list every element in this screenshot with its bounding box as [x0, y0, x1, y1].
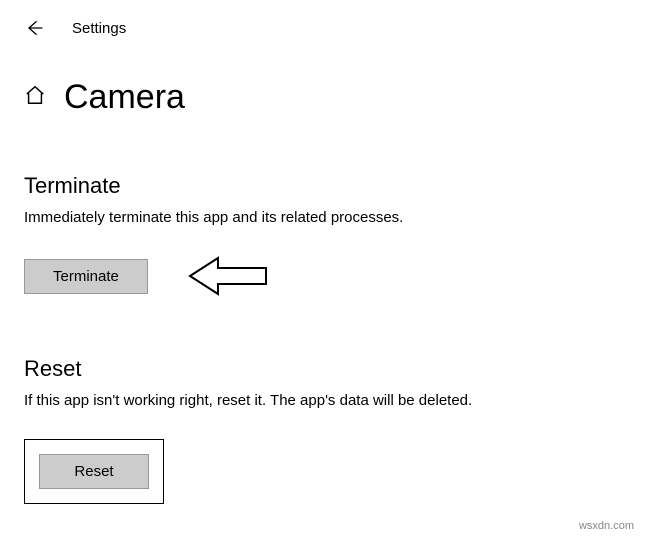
terminate-button[interactable]: Terminate [24, 259, 148, 294]
reset-description: If this app isn't working right, reset i… [24, 392, 622, 409]
reset-heading: Reset [24, 356, 622, 382]
terminate-heading: Terminate [24, 173, 622, 199]
terminate-description: Immediately terminate this app and its r… [24, 209, 622, 226]
page-title: Camera [64, 78, 185, 117]
back-arrow-icon[interactable] [24, 18, 44, 38]
reset-button[interactable]: Reset [39, 454, 149, 489]
pointer-arrow-icon [188, 256, 268, 296]
home-icon[interactable] [24, 84, 46, 111]
reset-section: Reset If this app isn't working right, r… [24, 356, 622, 504]
terminate-section: Terminate Immediately terminate this app… [24, 173, 622, 296]
reset-highlight-box: Reset [24, 439, 164, 504]
watermark: wsxdn.com [579, 520, 634, 532]
title-row: Camera [24, 78, 622, 117]
header: Settings [24, 18, 622, 38]
app-label: Settings [72, 20, 126, 37]
